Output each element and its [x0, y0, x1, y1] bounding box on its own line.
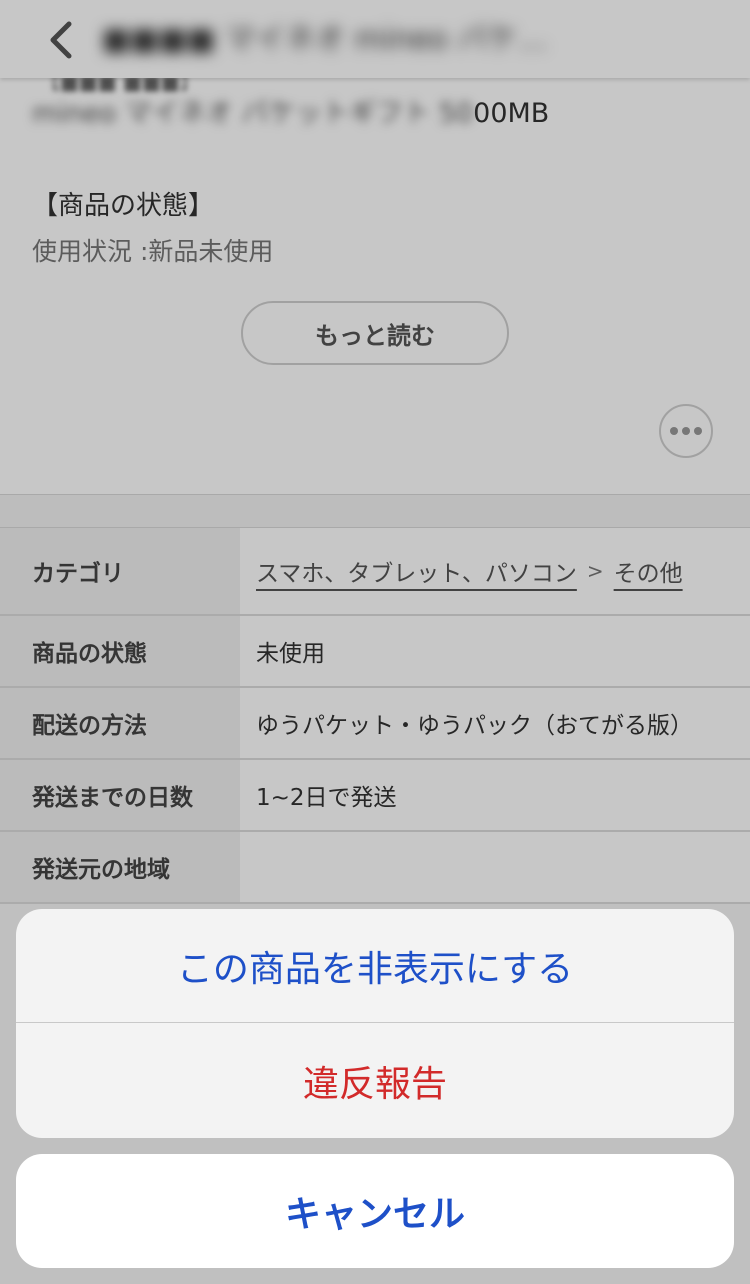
cancel-button[interactable]: キャンセル [16, 1154, 734, 1268]
hide-item-button[interactable]: この商品を非表示にする [16, 909, 734, 1023]
report-button[interactable]: 違反報告 [16, 1023, 734, 1138]
action-sheet: この商品を非表示にする 違反報告 [16, 909, 734, 1138]
